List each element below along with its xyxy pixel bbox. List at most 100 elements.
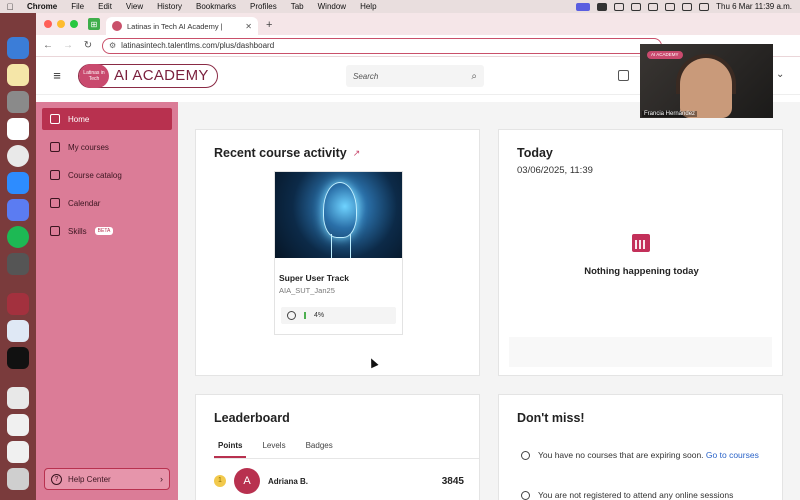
screen-share-icon[interactable] — [576, 2, 591, 11]
alarm-icon — [287, 311, 296, 320]
info-icon — [521, 491, 530, 500]
status-area: Thu 6 Mar 11:39 a.m. — [576, 2, 800, 11]
apple-icon[interactable]:  — [0, 2, 20, 12]
new-tab-button[interactable]: + — [258, 19, 280, 35]
slack-icon[interactable] — [7, 118, 29, 140]
battery-icon[interactable] — [665, 2, 676, 11]
finder-icon[interactable] — [7, 37, 29, 59]
url-text: latinasintech.talentlms.com/plus/dashboa… — [121, 41, 275, 50]
menu-history[interactable]: History — [150, 2, 189, 11]
participant-video — [680, 58, 732, 118]
browser-tab[interactable]: Latinas in Tech AI Academy | ✕ — [106, 17, 258, 35]
menu-tab[interactable]: Tab — [284, 2, 311, 11]
back-button[interactable]: ← — [42, 40, 54, 51]
book-icon — [50, 142, 60, 152]
trash-icon[interactable] — [7, 468, 29, 490]
menu-window[interactable]: Window — [311, 2, 353, 11]
rank-medal-icon: 1 — [214, 475, 226, 487]
empty-state-text: Nothing happening today — [584, 266, 699, 277]
cloud-icon[interactable] — [614, 2, 625, 11]
sidebar-item-skills[interactable]: Skills BETA — [42, 220, 172, 242]
maximize-window-button[interactable] — [70, 20, 78, 28]
site-info-icon[interactable]: ⚙ — [109, 41, 116, 50]
brand-name: AI ACADEMY — [114, 67, 209, 84]
minimize-window-button[interactable] — [57, 20, 65, 28]
course-code: AIA_SUT_Jan25 — [279, 286, 335, 295]
dashboard-main: Recent course activity ↗ Super User Trac… — [178, 102, 800, 500]
participant-name: Francia Hernández — [642, 111, 698, 117]
close-tab-icon[interactable]: ✕ — [245, 22, 252, 31]
forward-button[interactable]: → — [62, 40, 74, 51]
zoom-icon[interactable] — [7, 172, 29, 194]
sidebar-item-label: Home — [68, 114, 90, 124]
search-placeholder: Search — [353, 71, 379, 81]
search-icon[interactable]: ⌕ — [471, 71, 477, 82]
sidebar-item-home[interactable]: Home — [42, 108, 172, 130]
sidebar-item-label: Skills — [68, 226, 87, 236]
clock[interactable]: Thu 6 Mar 11:39 a.m. — [716, 2, 792, 11]
external-link-icon[interactable]: ↗ — [353, 148, 361, 159]
leaderboard-row[interactable]: 1 A Adriana B. 3845 — [214, 468, 464, 494]
document-icon[interactable] — [7, 441, 29, 463]
info-icon — [521, 451, 530, 460]
sidebar-item-calendar[interactable]: Calendar — [42, 192, 172, 214]
menu-profiles[interactable]: Profiles — [243, 2, 284, 11]
messages-icon[interactable] — [618, 70, 629, 81]
chrome-icon[interactable] — [7, 145, 29, 167]
dock — [0, 13, 36, 500]
preview-icon[interactable] — [7, 320, 29, 342]
phone-icon[interactable] — [7, 253, 29, 275]
menu-help[interactable]: Help — [353, 2, 383, 11]
chevron-right-icon: › — [160, 474, 163, 484]
sidebar: Home My courses Course catalog Calendar … — [36, 102, 178, 500]
chevron-down-icon[interactable]: ⌄ — [776, 69, 784, 80]
status-app-icon[interactable] — [597, 2, 608, 11]
capcut-icon[interactable] — [7, 347, 29, 369]
menu-icon[interactable]: ≡ — [36, 68, 78, 83]
search-icon[interactable] — [699, 2, 710, 11]
tab-points[interactable]: Points — [213, 441, 247, 458]
sidebar-item-label: Calendar — [68, 198, 101, 208]
reload-button[interactable]: ↻ — [82, 40, 94, 51]
dont-miss-item: You have no courses that are expiring so… — [521, 449, 761, 461]
brand-badge: Latinas in Tech — [79, 63, 109, 88]
dictionary-icon[interactable] — [7, 293, 29, 315]
favicon-icon — [112, 21, 122, 31]
menu-bookmarks[interactable]: Bookmarks — [189, 2, 243, 11]
canva-icon[interactable] — [7, 199, 29, 221]
help-center-button[interactable]: ? Help Center › — [44, 468, 170, 490]
tab-levels[interactable]: Levels — [262, 441, 285, 450]
brand-logo[interactable]: Latinas in Tech AI ACADEMY — [78, 63, 218, 88]
tab-group-icon[interactable]: ⊞ — [88, 18, 100, 30]
tab-title: Latinas in Tech AI Academy | — [127, 21, 223, 31]
close-window-button[interactable] — [44, 20, 52, 28]
search-input[interactable]: Search ⌕ — [346, 65, 484, 87]
sidebar-item-course-catalog[interactable]: Course catalog — [42, 164, 172, 186]
leaderboard-title: Leaderboard — [214, 411, 290, 425]
downloads-icon[interactable] — [7, 387, 29, 409]
leader-name: Adriana B. — [268, 476, 309, 486]
url-field[interactable]: ⚙ latinasintech.talentlms.com/plus/dashb… — [102, 37, 662, 54]
tab-badges[interactable]: Badges — [306, 441, 333, 450]
wifi-icon[interactable] — [682, 2, 693, 11]
go-to-courses-link[interactable]: Go to courses — [706, 450, 759, 460]
video-tag: AI ACADEMY — [647, 51, 683, 59]
spotify-icon[interactable] — [7, 226, 29, 248]
tab-strip: ⊞ Latinas in Tech AI Academy | ✕ + — [36, 13, 800, 35]
status-icon[interactable] — [631, 2, 642, 11]
menu-app[interactable]: Chrome — [20, 2, 64, 11]
card-title: Recent course activity ↗ — [214, 146, 360, 160]
beta-badge: BETA — [94, 227, 114, 235]
document-icon[interactable] — [7, 414, 29, 436]
bluetooth-icon[interactable] — [648, 2, 659, 11]
notes-icon[interactable] — [7, 64, 29, 86]
course-card[interactable]: Super User Track AIA_SUT_Jan25 4% — [274, 171, 403, 335]
menu-edit[interactable]: Edit — [91, 2, 119, 11]
sidebar-item-my-courses[interactable]: My courses — [42, 136, 172, 158]
progress-value: 4% — [314, 312, 325, 319]
recent-activity-card: Recent course activity ↗ Super User Trac… — [195, 129, 480, 376]
launchpad-icon[interactable] — [7, 91, 29, 113]
menu-file[interactable]: File — [64, 2, 91, 11]
video-call-overlay[interactable]: AI ACADEMY Francia Hernández — [640, 44, 773, 118]
menu-view[interactable]: View — [119, 2, 150, 11]
